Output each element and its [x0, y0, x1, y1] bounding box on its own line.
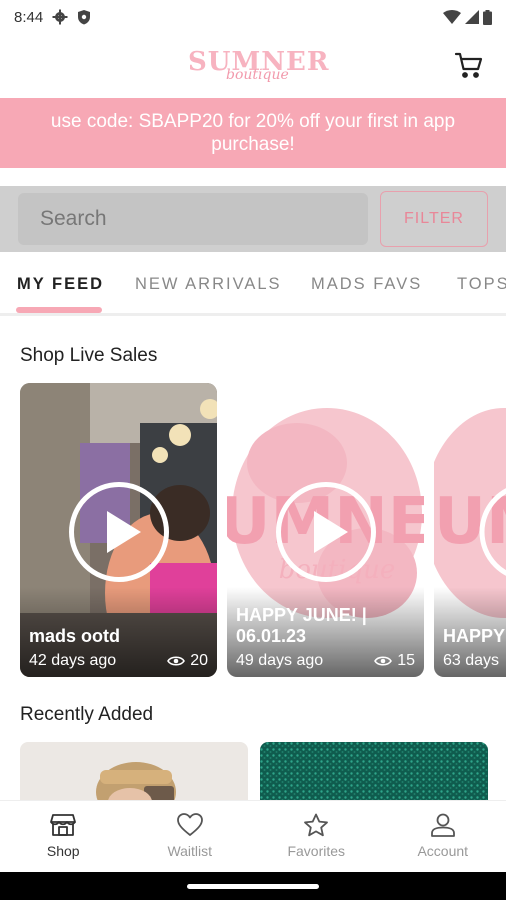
home-gesture-handle[interactable]	[187, 883, 319, 889]
eye-icon	[167, 656, 186, 666]
nav-waitlist[interactable]: Waitlist	[127, 801, 254, 872]
nav-shop-label: Shop	[46, 843, 80, 859]
nav-account-label: Account	[417, 843, 469, 859]
promo-text: use code: SBAPP20 for 20% off your first…	[50, 111, 456, 155]
system-gesture-bar	[0, 872, 506, 900]
search-placeholder: Search	[40, 207, 107, 230]
nav-waitlist-label: Waitlist	[167, 843, 213, 859]
live-sale-card[interactable]: UMNE boutique HAPPY JUNE! | 06.01.23 49 …	[227, 383, 424, 677]
card-age: 42 days ago	[29, 652, 117, 669]
search-bar: Search FILTER	[0, 186, 506, 252]
person-icon	[430, 813, 455, 837]
bottom-nav: Shop Waitlist Favorites Account	[0, 800, 506, 872]
card-title: HAPPY | 05.18	[443, 626, 506, 646]
wifi-icon	[443, 10, 461, 24]
tab-mads-favs[interactable]: MADS FAVS	[311, 275, 422, 294]
nav-favorites-label: Favorites	[287, 843, 346, 859]
filter-button[interactable]: FILTER	[380, 191, 488, 247]
signal-icon	[465, 10, 479, 24]
card-meta: 42 days ago 20	[29, 652, 208, 670]
brand-logo[interactable]: SUMNER boutique	[188, 41, 328, 91]
status-time: 8:44	[14, 8, 44, 26]
nav-shop[interactable]: Shop	[0, 801, 127, 872]
battery-icon	[483, 9, 492, 25]
cart-button[interactable]	[454, 50, 484, 80]
category-tabs: MY FEED NEW ARRIVALS MADS FAVS TOPS	[0, 260, 506, 316]
eye-icon	[374, 656, 393, 666]
status-bar: 8:44	[0, 0, 506, 34]
play-button[interactable]	[69, 482, 169, 582]
view-count: 15	[374, 652, 415, 670]
card-age: 49 days ago	[236, 652, 324, 669]
nav-favorites[interactable]: Favorites	[253, 801, 380, 872]
view-count: 20	[167, 652, 208, 670]
play-button[interactable]	[276, 482, 376, 582]
card-title: mads ootd	[29, 626, 121, 646]
shield-icon	[78, 10, 91, 25]
filter-label: FILTER	[404, 210, 464, 227]
star-icon	[304, 813, 329, 837]
tab-new-arrivals[interactable]: NEW ARRIVALS	[135, 275, 282, 294]
store-icon	[50, 814, 77, 836]
card-meta: 49 days ago 15	[236, 652, 415, 670]
card-title: HAPPY JUNE! | 06.01.23	[236, 605, 367, 646]
card-meta: 63 days	[443, 652, 506, 670]
promo-banner[interactable]: use code: SBAPP20 for 20% off your first…	[0, 98, 506, 168]
live-sale-card[interactable]: UM HAPPY | 05.18 63 days	[434, 383, 506, 677]
tab-my-feed[interactable]: MY FEED	[17, 275, 104, 294]
app-header: SUMNER boutique	[0, 34, 506, 98]
tab-tops[interactable]: TOPS	[457, 275, 506, 294]
cart-icon	[454, 52, 483, 78]
recently-added-title: Recently Added	[20, 704, 154, 725]
live-sales-title: Shop Live Sales	[20, 345, 158, 366]
heart-icon	[176, 813, 203, 836]
settings-gear-icon	[52, 9, 68, 25]
search-input[interactable]: Search	[18, 193, 368, 245]
live-sale-card[interactable]: mads ootd 42 days ago 20	[20, 383, 217, 677]
logo-script: boutique	[226, 67, 289, 83]
play-icon	[107, 511, 141, 553]
card-age: 63 days	[443, 652, 500, 669]
active-tab-indicator	[16, 307, 102, 313]
play-icon	[314, 511, 348, 553]
nav-account[interactable]: Account	[380, 801, 506, 872]
